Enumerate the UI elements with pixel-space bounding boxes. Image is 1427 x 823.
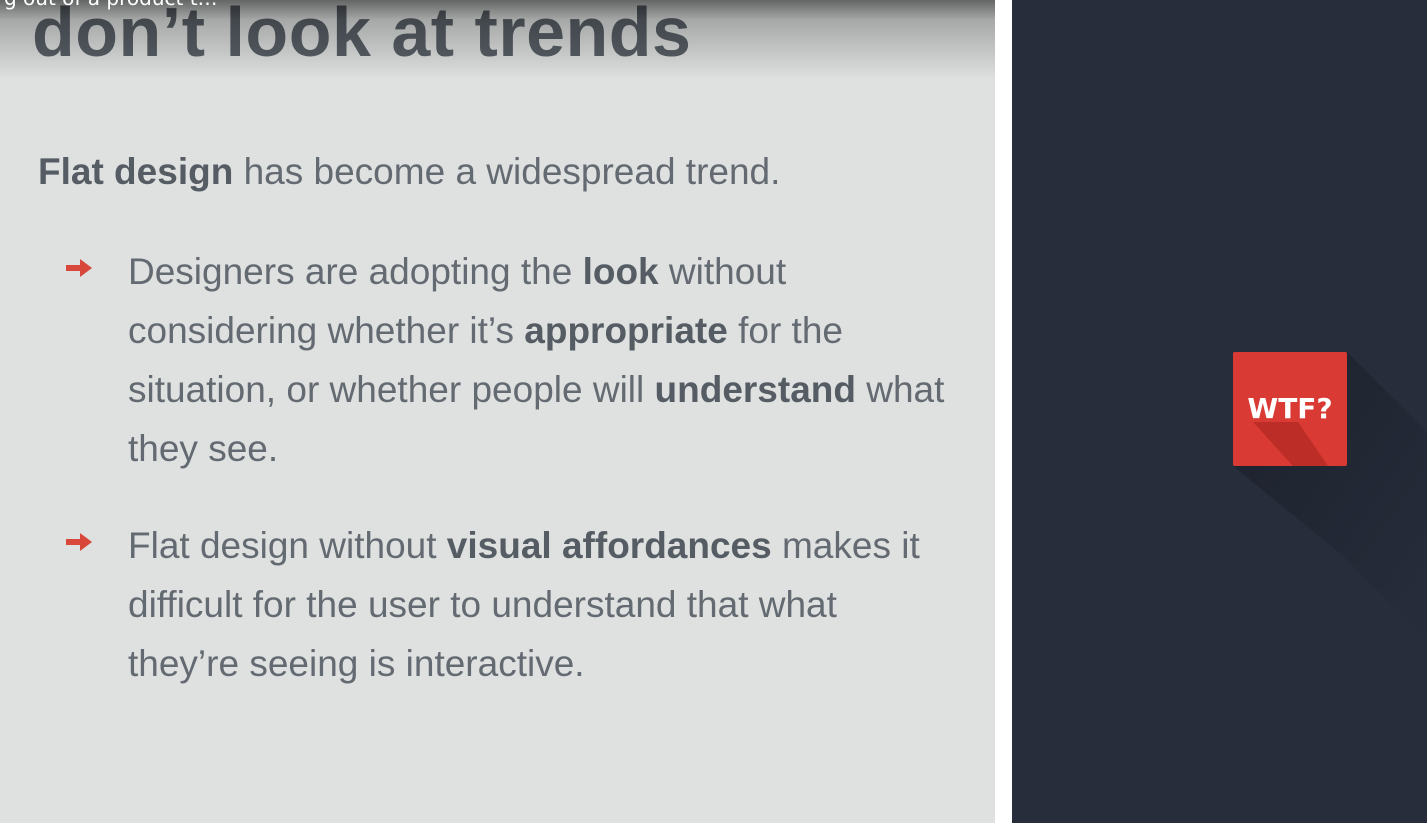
intro-text: has become a widespread trend. [233,151,781,192]
bullet-point: Designers are adopting the look without … [128,251,945,469]
right-arrow-icon [66,533,92,551]
slide-illustration-panel: WTF? [1012,0,1427,823]
intro-bold: Flat design [38,151,234,192]
video-frame: don’t look at trends Flat design has bec… [0,0,1427,823]
right-arrow-icon [66,259,92,277]
bullet-point: Flat design without visual affordances m… [128,525,920,684]
slide-intro: Flat design has become a widespread tren… [38,151,780,193]
long-shadow [1233,352,1427,640]
slide-heading: don’t look at trends [32,0,692,71]
wtf-label: WTF? [1247,392,1333,425]
slide-text-panel: don’t look at trends Flat design has bec… [0,0,995,823]
slide-divider [995,0,1012,823]
wtf-badge: WTF? [1233,352,1347,466]
